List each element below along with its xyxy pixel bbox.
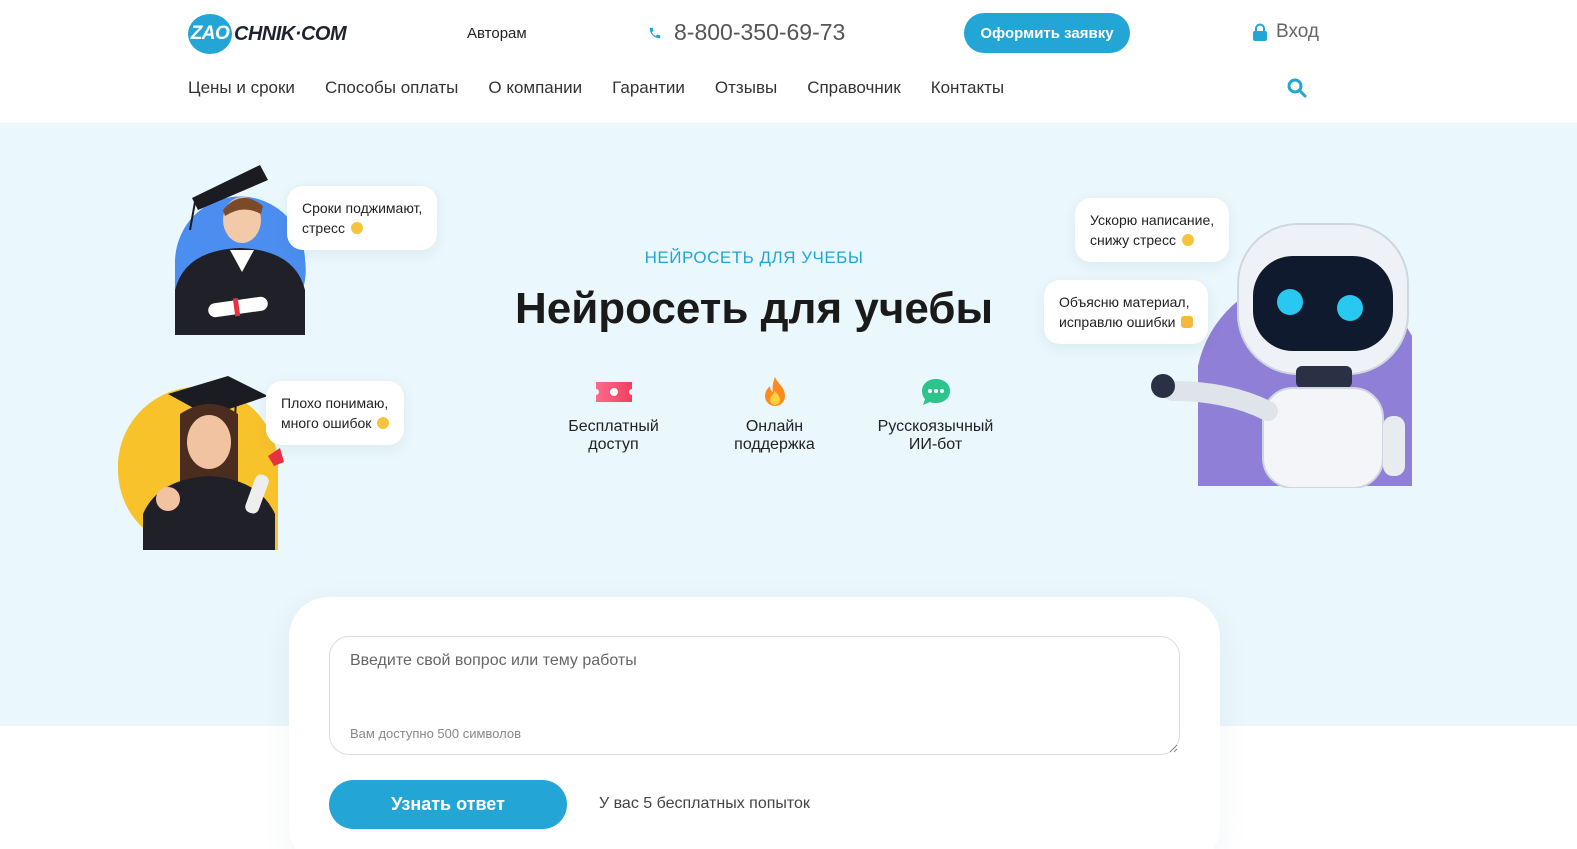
nav-item-guarantees[interactable]: Гарантии bbox=[612, 78, 685, 98]
nav-item-reference[interactable]: Справочник bbox=[807, 78, 901, 98]
hero-subtitle: НЕЙРОСЕТЬ ДЛЯ УЧЕБЫ bbox=[644, 248, 864, 267]
ticket-icon bbox=[595, 382, 632, 402]
site-logo[interactable]: ZAO CHNIK·COM bbox=[188, 14, 347, 54]
question-form-card: Введите свой вопрос или тему работы Вам … bbox=[289, 597, 1220, 849]
flame-icon bbox=[764, 377, 785, 406]
question-input[interactable]: Введите свой вопрос или тему работы Вам … bbox=[329, 636, 1180, 755]
lock-icon bbox=[1253, 23, 1267, 41]
feature-online-support: Онлайн поддержка bbox=[694, 376, 855, 454]
speech-bubble-mistakes: Плохо понимаю, много ошибок bbox=[266, 381, 405, 445]
nav-item-reviews[interactable]: Отзывы bbox=[715, 78, 777, 98]
feature-russian-bot: Русскоязычный ИИ-бот bbox=[855, 376, 1016, 454]
search-icon[interactable] bbox=[1287, 78, 1307, 98]
logo-wordmark: CHNIK·COM bbox=[234, 22, 347, 45]
main-nav: Цены и сроки Способы оплаты О компании Г… bbox=[188, 78, 1004, 98]
resize-handle-icon[interactable] bbox=[1168, 743, 1178, 753]
phone-link[interactable]: 8-800-350-69-73 bbox=[648, 19, 845, 46]
nav-item-contacts[interactable]: Контакты bbox=[931, 78, 1004, 98]
speech-bubble-deadlines: Сроки поджимают, стресс bbox=[287, 186, 438, 250]
char-limit-hint: Вам доступно 500 символов bbox=[350, 726, 521, 741]
login-link[interactable]: Вход bbox=[1252, 21, 1319, 43]
features-list: Бесплатный доступ Онлайн поддержка Русск… bbox=[533, 376, 1016, 454]
logo-circle: ZAO bbox=[188, 14, 232, 54]
hero-title: Нейросеть для учебы bbox=[514, 284, 994, 333]
chat-bubble-icon bbox=[921, 379, 950, 405]
nav-item-about[interactable]: О компании bbox=[488, 78, 582, 98]
question-placeholder: Введите свой вопрос или тему работы bbox=[350, 652, 637, 669]
phone-icon bbox=[649, 27, 661, 38]
confused-emoji-icon bbox=[377, 417, 390, 429]
free-attempts-text: У вас 5 бесплатных попыток bbox=[599, 795, 810, 812]
apply-button[interactable]: Оформить заявку bbox=[964, 13, 1130, 53]
phone-number: 8-800-350-69-73 bbox=[674, 19, 846, 45]
login-label: Вход bbox=[1276, 21, 1319, 42]
site-header: ZAO CHNIK·COM Авторам 8-800-350-69-73 Оф… bbox=[0, 0, 1577, 124]
feature-free-access: Бесплатный доступ bbox=[533, 376, 694, 454]
worried-emoji-icon bbox=[350, 222, 363, 234]
nav-item-payment[interactable]: Способы оплаты bbox=[325, 78, 458, 98]
nav-item-prices[interactable]: Цены и сроки bbox=[188, 78, 295, 98]
get-answer-button[interactable]: Узнать ответ bbox=[329, 780, 567, 829]
relieved-emoji-icon bbox=[1181, 234, 1194, 246]
authors-link[interactable]: Авторам bbox=[467, 25, 527, 42]
